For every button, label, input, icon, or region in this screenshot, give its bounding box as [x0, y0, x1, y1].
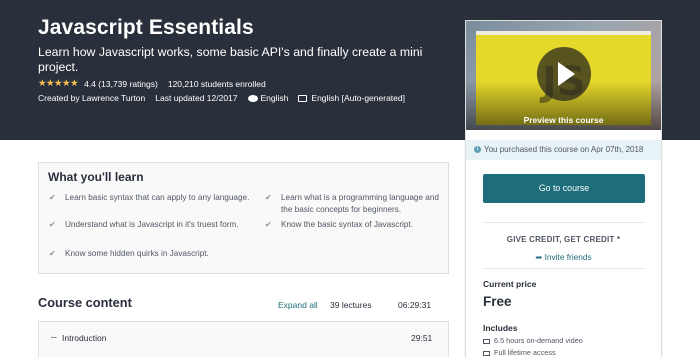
learn-item-text: Know some hidden quirks in Javascript.: [65, 249, 209, 258]
learn-item-text: Know the basic syntax of Javascript.: [281, 220, 413, 229]
language: English: [260, 93, 289, 103]
purchased-text: You purchased this course on Apr 07th, 2…: [484, 145, 644, 154]
include-text: Full lifetime access: [494, 348, 556, 357]
checkmark-icon: ✔: [265, 220, 272, 229]
section-duration: 29:51: [411, 333, 433, 343]
rating-row: ★★★★★ 4.4 (13,739 ratings) 120,210 stude…: [38, 78, 266, 89]
includes-label: Includes: [483, 323, 518, 333]
checkmark-icon: ✔: [265, 193, 272, 202]
lifetime-icon: [483, 350, 490, 356]
lecture-count: 39 lectures: [330, 300, 372, 310]
divider: [483, 222, 645, 223]
star-icon: ★★★★★: [38, 78, 79, 89]
checkmark-icon: ✔: [49, 193, 56, 202]
learn-item: ✔ Learn what is a programming language an…: [265, 192, 441, 216]
course-preview[interactable]: JS Preview this course: [466, 21, 661, 130]
author-row: Created by Lawrence Turton Last updated …: [38, 93, 405, 103]
preview-label[interactable]: Preview this course: [466, 115, 661, 125]
expand-all-link[interactable]: Expand all: [278, 300, 318, 310]
rating-value: 4.4: [84, 78, 96, 89]
invite-icon: ➦: [535, 252, 543, 262]
minus-icon[interactable]: –: [51, 332, 57, 343]
course-title: Javascript Essentials: [38, 16, 254, 39]
course-subtitle: Learn how Javascript works, some basic A…: [38, 45, 423, 74]
give-credit-heading: GIVE CREDIT, GET CREDIT *: [506, 235, 621, 244]
created-by[interactable]: Created by Lawrence Turton: [38, 93, 145, 103]
learn-item: ✔ Know the basic syntax of Javascript.: [265, 219, 441, 231]
section-row[interactable]: – Introduction 29:51: [38, 321, 449, 357]
purchased-notice: i You purchased this course on Apr 07th, …: [466, 140, 661, 160]
total-duration: 06:29:31: [398, 300, 432, 310]
learn-title: What you'll learn: [48, 170, 144, 184]
learn-item-text: Learn what is a programming language and…: [281, 193, 439, 214]
students-enrolled: 120,210 students enrolled: [167, 78, 266, 89]
captions-language: English [Auto-generated]: [311, 93, 405, 103]
include-item: Full lifetime access: [483, 348, 556, 357]
what-youll-learn-box: What you'll learn ✔ Learn basic syntax th…: [38, 162, 449, 274]
section-title: Introduction: [62, 333, 107, 343]
course-content-title: Course content: [38, 295, 132, 310]
closed-caption-icon: [298, 94, 308, 102]
checkmark-icon: ✔: [49, 220, 56, 229]
learn-item: ✔ Learn basic syntax that can apply to an…: [49, 192, 250, 204]
include-item: 6.5 hours on-demand video: [483, 336, 583, 345]
learn-item-text: Understand what is Javascript in it's tr…: [65, 220, 239, 229]
video-icon: [483, 338, 490, 344]
current-price-label: Current price: [483, 279, 537, 289]
last-updated: Last updated 12/2017: [155, 93, 238, 103]
info-icon: i: [474, 146, 481, 154]
learn-item: ✔ Know some hidden quirks in Javascript.: [49, 248, 250, 260]
learn-item-text: Learn basic syntax that can apply to any…: [65, 193, 250, 202]
invite-label: Invite friends: [544, 252, 592, 262]
purchase-card: JS Preview this course iYou purchased th…: [465, 20, 662, 357]
play-icon[interactable]: [537, 47, 591, 101]
price: Free: [483, 294, 512, 309]
invite-friends-link[interactable]: ➦ Invite friends: [466, 252, 661, 262]
go-to-course-button[interactable]: Go to course: [483, 174, 645, 203]
include-text: 6.5 hours on-demand video: [494, 336, 583, 345]
checkmark-icon: ✔: [49, 249, 56, 258]
learn-item: ✔ Understand what is Javascript in it's t…: [49, 219, 250, 231]
speech-bubble-icon: [247, 94, 258, 102]
divider: [483, 268, 645, 269]
ratings-count[interactable]: (13,739 ratings): [98, 79, 158, 89]
